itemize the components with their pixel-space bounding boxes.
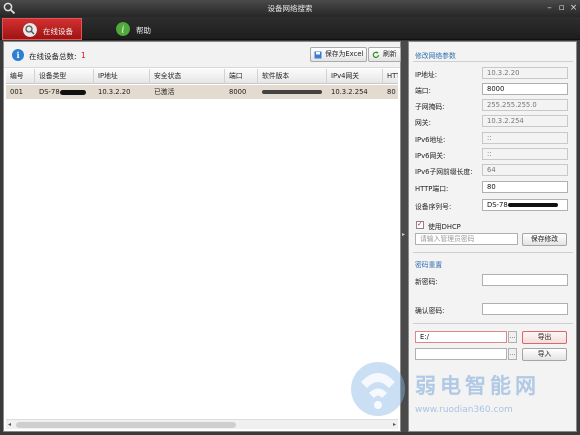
device-search-icon [23, 23, 37, 37]
online-count-value: 1 [81, 51, 86, 60]
scroll-right-icon[interactable]: ▸ [393, 421, 396, 428]
column-header[interactable]: 端口 [225, 69, 258, 84]
tab-online-devices[interactable]: 在线设备 [2, 18, 82, 40]
refresh-button[interactable]: 刷新 [368, 47, 401, 62]
title-bar: 设备网络搜索 – ▫ × [0, 0, 580, 17]
browse-import-button[interactable]: ... [508, 348, 517, 360]
params-panel: 修改网络参数 IP地址: 10.3.2.20 端口: 8000 子网掩码: 25… [408, 41, 577, 432]
browse-export-button[interactable]: ... [508, 331, 517, 343]
column-header[interactable]: 安全状态 [150, 69, 225, 84]
tab-bar: 在线设备 i 帮助 [0, 17, 580, 40]
ipv6-gateway-label: IPv6网关: [415, 152, 446, 160]
save-icon [314, 51, 322, 59]
import-button[interactable]: 导入 [522, 348, 567, 361]
column-header[interactable]: IPv4网关 [327, 69, 383, 84]
list-toolbar: i 在线设备总数: 1 保存为Excel 刷新 [4, 42, 401, 68]
save-excel-label: 保存为Excel [325, 50, 364, 58]
serial-text: DS-78 [487, 201, 508, 209]
cell-no: 001 [10, 88, 23, 96]
app-window: 设备网络搜索 – ▫ × 在线设备 i 帮助 i 在线设备总数: 1 保存为Ex… [0, 0, 580, 435]
cell-type: DS-78 [35, 85, 94, 99]
table-row[interactable]: 001 DS-78 10.3.2.20 已激活 8000 10.3.2.254 … [6, 85, 398, 99]
new-password-input[interactable] [482, 274, 568, 286]
window-title: 设备网络搜索 [267, 4, 313, 13]
column-header[interactable]: HTT [383, 69, 398, 84]
divider [413, 252, 573, 253]
tab-help[interactable]: i 帮助 [96, 18, 176, 40]
export-button[interactable]: 导出 [522, 331, 567, 344]
cell-gateway: 10.3.2.254 [331, 88, 368, 96]
column-header[interactable]: 设备类型 [35, 69, 94, 84]
dhcp-label: 使用DHCP [428, 223, 461, 231]
column-header[interactable]: 编号 [6, 69, 35, 84]
ipv6-prefix-label: IPv6子网前缀长度: [415, 168, 473, 176]
redaction-mark [59, 89, 86, 95]
ipv6-address-label: IPv6地址: [415, 136, 446, 144]
import-path-input[interactable] [415, 348, 507, 360]
modify-params-title: 修改网络参数 [415, 52, 456, 60]
export-path-input[interactable]: E:/ [415, 331, 507, 343]
redaction-mark [507, 203, 558, 207]
save-modify-button[interactable]: 保存修改 [522, 233, 567, 246]
scroll-left-icon[interactable]: ◂ [8, 421, 11, 428]
port-label: 端口: [415, 87, 431, 95]
confirm-password-label: 确认密码: [415, 307, 445, 315]
ipv6-prefix-field[interactable]: 64 [482, 164, 568, 176]
tab-online-devices-label: 在线设备 [43, 27, 73, 36]
ipv6-gateway-field[interactable]: :: [482, 148, 568, 160]
cell-status: 已激活 [154, 88, 175, 96]
confirm-password-input[interactable] [482, 303, 568, 315]
collapse-arrow-icon[interactable]: ▸ [402, 231, 405, 238]
column-header[interactable]: IP地址 [94, 69, 150, 84]
maximize-icon[interactable]: ▫ [557, 4, 566, 13]
cell-type-text: DS-78 [39, 88, 60, 96]
ip-label: IP地址: [415, 71, 437, 79]
column-header[interactable]: 软件版本 [258, 69, 327, 84]
http-port-label: HTTP端口: [415, 185, 449, 193]
serial-label: 设备序列号: [415, 203, 452, 211]
dhcp-checkbox[interactable] [416, 220, 424, 229]
tab-help-label: 帮助 [136, 26, 151, 35]
gateway-field[interactable]: 10.3.2.254 [482, 115, 568, 127]
online-count-label: 在线设备总数: [29, 52, 77, 61]
panel-splitter[interactable]: ▸ [401, 41, 408, 432]
cell-port: 8000 [229, 88, 247, 96]
device-table: 编号 设备类型 IP地址 安全状态 端口 软件版本 IPv4网关 HTT 001… [6, 69, 398, 417]
info-icon: i [12, 49, 24, 61]
ip-field[interactable]: 10.3.2.20 [482, 67, 568, 79]
refresh-label: 刷新 [383, 50, 397, 58]
port-field[interactable]: 8000 [482, 83, 568, 95]
subnet-label: 子网掩码: [415, 103, 445, 111]
redaction-mark [262, 90, 322, 94]
password-reset-title: 密码重置 [415, 261, 443, 269]
subnet-field[interactable]: 255.255.255.0 [482, 99, 568, 111]
http-port-field[interactable]: 80 [482, 181, 568, 193]
horizontal-scrollbar[interactable]: ◂ ▸ [6, 419, 398, 429]
table-header: 编号 设备类型 IP地址 安全状态 端口 软件版本 IPv4网关 HTT [6, 69, 398, 84]
help-icon: i [116, 22, 130, 36]
gateway-label: 网关: [415, 119, 431, 127]
cell-http: 80 [387, 88, 396, 96]
serial-field[interactable]: DS-78 [482, 199, 568, 211]
cell-ip: 10.3.2.20 [98, 88, 131, 96]
refresh-icon [372, 51, 380, 59]
new-password-label: 新密码: [415, 278, 438, 286]
divider [413, 61, 573, 62]
divider [413, 323, 573, 324]
save-excel-button[interactable]: 保存为Excel [310, 47, 368, 62]
cell-version [258, 85, 327, 99]
device-list-panel: i 在线设备总数: 1 保存为Excel 刷新 编号 设备类型 IP地址 安全状… [3, 41, 401, 432]
svg-text:i: i [122, 26, 125, 36]
close-icon[interactable]: × [569, 4, 578, 13]
ipv6-address-field[interactable]: :: [482, 132, 568, 144]
admin-password-input[interactable]: 请输入管理员密码 [415, 233, 518, 245]
minimize-icon[interactable]: – [545, 4, 554, 13]
scrollbar-thumb[interactable] [16, 422, 236, 428]
